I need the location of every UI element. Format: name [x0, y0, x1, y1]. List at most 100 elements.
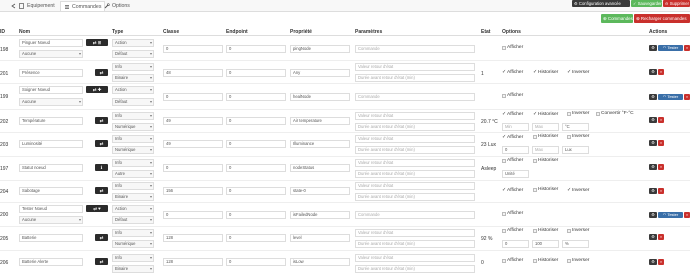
subtype-select[interactable]: Binaire: [112, 265, 154, 273]
property-input[interactable]: Illuminance: [290, 140, 350, 148]
remove-icon[interactable]: ×: [684, 212, 690, 218]
historiser-checkbox[interactable]: Historiser: [533, 187, 558, 192]
property-input[interactable]: pingNode: [290, 45, 350, 53]
remove-icon[interactable]: ×: [658, 117, 664, 123]
type-select[interactable]: Info: [112, 229, 154, 237]
tester-button[interactable]: ◠ Tester: [658, 45, 683, 51]
classe-input[interactable]: 49: [163, 117, 223, 125]
endpoint-input[interactable]: 0: [226, 93, 286, 101]
unit-input[interactable]: %: [562, 240, 589, 248]
return-delay-input[interactable]: Durée avant retour d'état (min): [355, 265, 475, 273]
cogs-icon[interactable]: ⚙: [649, 94, 657, 100]
type-select[interactable]: Info: [112, 63, 154, 71]
endpoint-input[interactable]: 0: [226, 117, 286, 125]
cogs-icon[interactable]: ⚙: [649, 117, 657, 123]
classe-input[interactable]: 0: [163, 211, 223, 219]
return-delay-input[interactable]: Durée avant retour d'état (min): [355, 193, 475, 201]
cogs-icon[interactable]: ⚙: [649, 259, 657, 265]
icon-picker-button[interactable]: ⇄: [95, 187, 108, 194]
afficher-checkbox[interactable]: ✓ Afficher: [502, 111, 523, 117]
command-input[interactable]: Commande: [355, 93, 475, 101]
endpoint-input[interactable]: 0: [226, 69, 286, 77]
cogs-icon[interactable]: ⚙: [649, 69, 657, 75]
info-icon[interactable]: ℹ: [95, 164, 108, 171]
inverser-checkbox[interactable]: Inverser: [567, 111, 589, 116]
unit-input[interactable]: °C: [562, 123, 589, 131]
icon-picker-button[interactable]: ⇄ ♥: [86, 205, 108, 212]
name-input[interactable]: Pinguer Noeud: [19, 39, 83, 47]
command-input[interactable]: Commande: [355, 45, 475, 53]
afficher-checkbox[interactable]: ✓ Afficher: [502, 69, 523, 75]
cogs-icon[interactable]: ⚙: [649, 234, 657, 240]
afficher-checkbox[interactable]: Afficher: [502, 45, 523, 50]
convertir-checkbox[interactable]: Convertir °F-°C: [596, 111, 634, 116]
max-input[interactable]: Max: [532, 123, 559, 131]
type-select[interactable]: Action: [112, 86, 154, 94]
property-input[interactable]: nodeStatus: [290, 164, 350, 172]
property-input[interactable]: isLow: [290, 258, 350, 266]
add-commandes-button[interactable]: ⊕ Commandes: [601, 14, 633, 23]
historiser-checkbox[interactable]: Historiser: [533, 158, 558, 163]
type-select[interactable]: Action: [112, 39, 154, 47]
tab-equipement[interactable]: Equipement: [8, 1, 58, 11]
min-input[interactable]: 0: [502, 240, 529, 248]
name-input[interactable]: Température: [19, 117, 83, 125]
return-value-input[interactable]: Valeur retour d'état: [355, 254, 475, 262]
historiser-checkbox[interactable]: Historiser: [533, 134, 558, 139]
subtype-select[interactable]: Binaire: [112, 193, 154, 201]
afficher-checkbox[interactable]: ✓ Afficher: [502, 134, 523, 140]
remove-icon[interactable]: ×: [658, 234, 664, 240]
unit-input[interactable]: Lux: [562, 146, 589, 154]
return-value-input[interactable]: Valeur retour d'état: [355, 229, 475, 237]
command-input[interactable]: Commande: [355, 211, 475, 219]
type-select[interactable]: Info: [112, 182, 154, 190]
property-input[interactable]: isFailedNode: [290, 211, 350, 219]
historiser-checkbox[interactable]: ✓ Historiser: [533, 69, 558, 75]
remove-icon[interactable]: ×: [658, 164, 664, 170]
property-input[interactable]: level: [290, 234, 350, 242]
classe-input[interactable]: 0: [163, 164, 223, 172]
classe-input[interactable]: 49: [163, 140, 223, 148]
name-input[interactable]: Luminosité: [19, 140, 83, 148]
remove-icon[interactable]: ×: [684, 94, 690, 100]
value-select[interactable]: Aucune: [19, 216, 83, 224]
reload-commandes-button[interactable]: ⊗ Recharger commandes: [634, 14, 690, 23]
endpoint-input[interactable]: 0: [226, 45, 286, 53]
tester-button[interactable]: ◠ Tester: [658, 212, 683, 218]
endpoint-input[interactable]: 0: [226, 211, 286, 219]
remove-icon[interactable]: ×: [658, 140, 664, 146]
save-button[interactable]: ✓ Sauvegarder: [631, 0, 662, 7]
name-input[interactable]: Batterie Alerte: [19, 258, 83, 266]
subtype-select[interactable]: Autre: [112, 170, 154, 178]
subtype-select[interactable]: Binaire: [112, 74, 154, 82]
name-input[interactable]: Sabotage: [19, 187, 83, 195]
name-input[interactable]: Statut noeud: [19, 164, 83, 172]
classe-input[interactable]: 0: [163, 45, 223, 53]
subtype-select[interactable]: Défaut: [112, 98, 154, 106]
return-delay-input[interactable]: Durée avant retour d'état (min): [355, 74, 475, 82]
classe-input[interactable]: 128: [163, 258, 223, 266]
historiser-checkbox[interactable]: Historiser: [533, 228, 558, 233]
icon-picker-button[interactable]: ⇄: [95, 258, 108, 265]
name-input[interactable]: Batterie: [19, 234, 83, 242]
endpoint-input[interactable]: 0: [226, 234, 286, 242]
max-input[interactable]: Max: [532, 146, 559, 154]
afficher-checkbox[interactable]: ✓ Afficher: [502, 187, 523, 193]
icon-picker-button[interactable]: ⇄ ⊞: [86, 39, 108, 46]
return-value-input[interactable]: Valeur retour d'état: [355, 182, 475, 190]
cogs-icon[interactable]: ⚙: [649, 140, 657, 146]
property-input[interactable]: Any: [290, 69, 350, 77]
icon-picker-button[interactable]: ⇄: [95, 69, 108, 76]
name-input[interactable]: Soigner Noeud: [19, 86, 83, 94]
return-value-input[interactable]: Valeur retour d'état: [355, 135, 475, 143]
remove-icon[interactable]: ×: [658, 69, 664, 75]
name-input[interactable]: Tester Noeud: [19, 205, 83, 213]
historiser-checkbox[interactable]: ✓ Historiser: [533, 111, 558, 117]
return-value-input[interactable]: Valeur retour d'état: [355, 63, 475, 71]
advanced-config-button[interactable]: ⚙ Configuration avancée: [572, 0, 630, 7]
icon-picker-button[interactable]: ⇄: [95, 140, 108, 147]
cogs-icon[interactable]: ⚙: [649, 45, 657, 51]
type-select[interactable]: Info: [112, 112, 154, 120]
inverser-checkbox[interactable]: Inverser: [567, 228, 589, 233]
inverser-checkbox[interactable]: Inverser: [567, 134, 589, 139]
